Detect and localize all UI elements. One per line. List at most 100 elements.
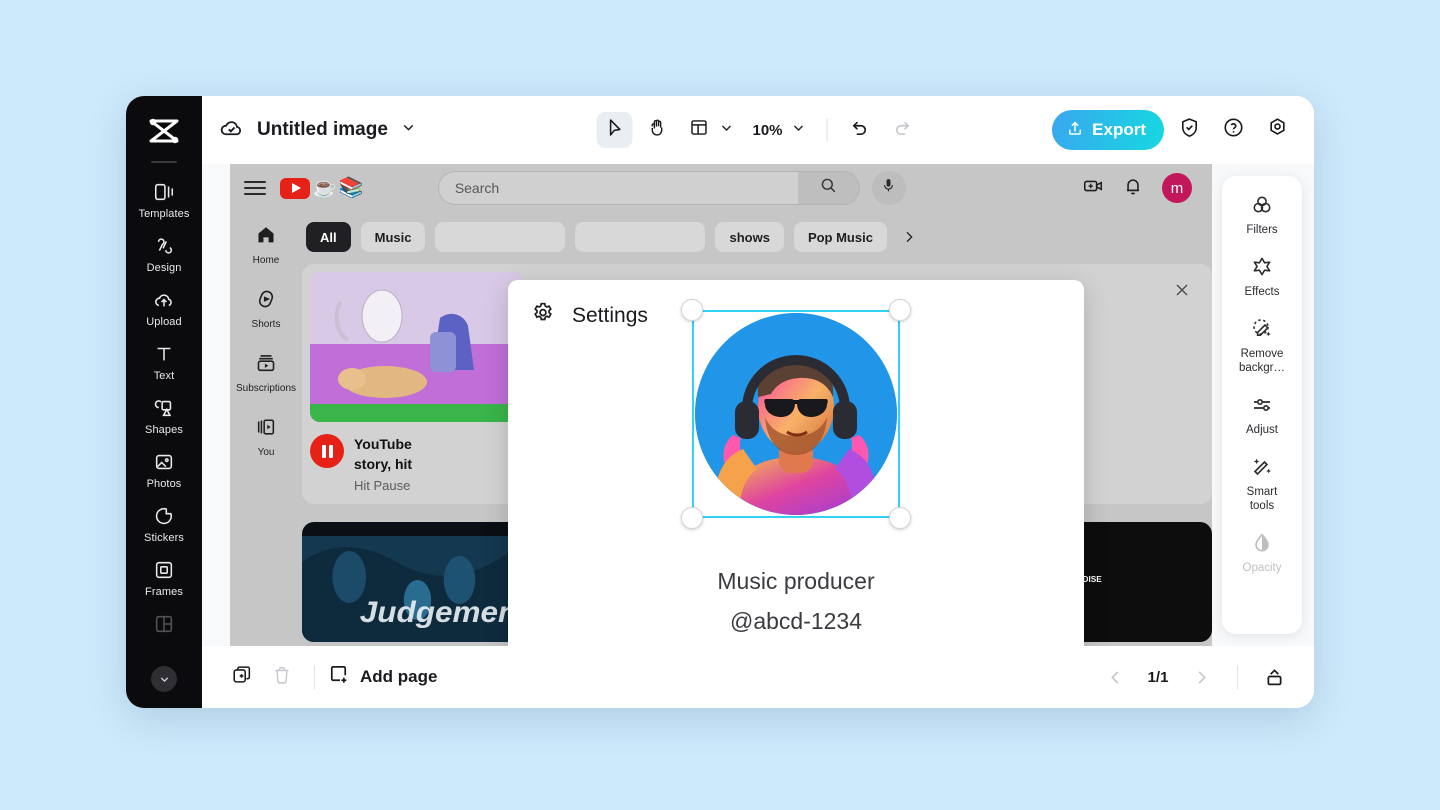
youtube-logo-icon[interactable]: ☕ 📚 — [280, 177, 364, 199]
chevron-down-icon[interactable] — [718, 120, 734, 141]
chip-music[interactable]: Music — [360, 222, 426, 252]
settings-modal[interactable]: Settings Music producer @abcd-1234 — [508, 280, 1084, 646]
chip-pop-music[interactable]: Pop Music — [793, 222, 887, 252]
chevron-down-icon[interactable] — [791, 120, 813, 141]
tool-label: Remove backgr… — [1239, 347, 1285, 375]
sidebar-item-text[interactable]: Text — [126, 335, 202, 389]
sidebar-item-upload[interactable]: Upload — [126, 281, 202, 335]
hero-card-title: YouTube story, hit — [354, 434, 412, 474]
hero-card-title-line1: YouTube — [354, 436, 412, 452]
rail-divider — [151, 161, 177, 163]
help-button[interactable] — [1214, 111, 1252, 149]
hand-icon — [646, 117, 667, 143]
add-page-label: Add page — [360, 667, 438, 686]
chevron-right-icon — [1198, 670, 1206, 684]
hero-card-subtitle: Hit Pause — [354, 478, 411, 493]
page-indicator: 1/1 — [1147, 668, 1169, 686]
youtube-search-group[interactable]: Search — [437, 171, 906, 205]
sidebar-collapse-button[interactable] — [151, 666, 177, 692]
zoom-level-value: 10% — [752, 121, 783, 139]
shield-check-button[interactable] — [1170, 111, 1208, 149]
voice-search-button[interactable] — [871, 171, 906, 205]
resize-handle-bottom-right[interactable] — [889, 507, 911, 529]
notification-bell-icon[interactable] — [1122, 175, 1144, 202]
photos-icon — [152, 450, 176, 474]
chevron-down-icon[interactable] — [400, 119, 417, 141]
add-page-icon — [327, 663, 350, 691]
profile-name: Music producer — [717, 568, 875, 594]
sidebar-item-templates[interactable]: Templates — [126, 173, 202, 227]
sidebar-item-label: Stickers — [144, 532, 184, 544]
resize-handle-bottom-left[interactable] — [681, 507, 703, 529]
tool-label-line2: backgr… — [1238, 362, 1286, 374]
add-page-button[interactable]: Add page — [327, 663, 437, 691]
create-video-icon[interactable] — [1082, 175, 1104, 202]
yt-nav-you[interactable]: You — [255, 416, 277, 458]
sidebar-item-photos[interactable]: Photos — [126, 443, 202, 497]
delete-page-button[interactable] — [262, 657, 302, 697]
bottom-divider — [1237, 665, 1238, 689]
hamburger-menu-icon[interactable] — [244, 181, 266, 195]
chevron-left-icon — [1110, 670, 1118, 684]
yt-nav-subscriptions[interactable]: Subscriptions — [236, 352, 296, 394]
undo-button[interactable] — [842, 112, 878, 148]
undo-arrow-icon — [849, 117, 870, 143]
chip-shows[interactable]: shows — [715, 222, 784, 252]
sidebar-item-layouts[interactable] — [126, 605, 202, 643]
hero-card-meta: YouTube story, hit Hit Pause — [310, 434, 524, 493]
search-button[interactable] — [797, 171, 860, 205]
tool-label-line1: Remove — [1240, 348, 1284, 360]
document-title-group[interactable]: Untitled image — [218, 114, 417, 146]
app-settings-button[interactable] — [1258, 111, 1296, 149]
resize-handle-top-right[interactable] — [889, 299, 911, 321]
page-layout-button[interactable] — [680, 112, 716, 148]
hero-thumbnail — [310, 272, 524, 422]
next-page-button[interactable] — [1181, 657, 1221, 697]
gear-icon[interactable] — [530, 300, 556, 331]
page-tray-button[interactable] — [1254, 657, 1294, 697]
profile-avatar-image[interactable] — [695, 313, 897, 515]
remove-background-icon — [1250, 316, 1274, 342]
yt-nav-home[interactable]: Home — [253, 224, 279, 266]
chip-hidden-b[interactable] — [575, 222, 706, 252]
avatar[interactable]: m — [1162, 173, 1192, 203]
duplicate-page-button[interactable] — [222, 657, 262, 697]
search-input[interactable]: Search — [437, 171, 798, 205]
trash-icon — [271, 664, 293, 691]
sidebar-item-design[interactable]: Design — [126, 227, 202, 281]
canvas-stage[interactable]: ☕ 📚 Search m Home Shorts Subscriptions Y… — [202, 164, 1314, 646]
tool-smart-tools[interactable]: Smart tools — [1226, 454, 1298, 513]
prev-page-button[interactable] — [1095, 657, 1135, 697]
redo-button[interactable] — [884, 112, 920, 148]
redo-arrow-icon — [891, 117, 912, 143]
page-navigation: 1/1 — [1095, 657, 1294, 697]
tool-opacity[interactable]: Opacity — [1226, 530, 1298, 575]
zoom-control[interactable]: 10% — [740, 120, 812, 141]
chip-all[interactable]: All — [306, 222, 351, 252]
tool-effects[interactable]: Effects — [1226, 254, 1298, 299]
tool-filters[interactable]: Filters — [1226, 192, 1298, 237]
tool-remove-background[interactable]: Remove backgr… — [1226, 316, 1298, 375]
sidebar-item-frames[interactable]: Frames — [126, 551, 202, 605]
yt-nav-shorts[interactable]: Shorts — [252, 288, 280, 330]
toolbar-divider — [826, 119, 828, 141]
filters-icon — [1250, 192, 1274, 218]
effects-star-icon — [1250, 254, 1274, 280]
sidebar-item-shapes[interactable]: Shapes — [126, 389, 202, 443]
sidebar-item-stickers[interactable]: Stickers — [126, 497, 202, 551]
capcut-logo-icon[interactable] — [144, 114, 184, 148]
resize-handle-top-left[interactable] — [681, 299, 703, 321]
hand-tool-button[interactable] — [638, 112, 674, 148]
youtube-header-actions: m — [1082, 173, 1198, 203]
tool-adjust[interactable]: Adjust — [1226, 392, 1298, 437]
avatar-selection[interactable] — [681, 299, 911, 529]
chevron-right-icon[interactable] — [897, 229, 921, 245]
cursor-arrow-icon — [604, 117, 625, 143]
hero-card[interactable]: YouTube story, hit Hit Pause — [302, 264, 532, 504]
page-layout-control[interactable] — [680, 112, 734, 148]
youtube-header: ☕ 📚 Search m — [230, 164, 1212, 212]
close-x-icon[interactable] — [1172, 280, 1192, 305]
export-button[interactable]: Export — [1052, 110, 1164, 150]
chip-hidden-a[interactable] — [435, 222, 566, 252]
cursor-tool-button[interactable] — [596, 112, 633, 148]
